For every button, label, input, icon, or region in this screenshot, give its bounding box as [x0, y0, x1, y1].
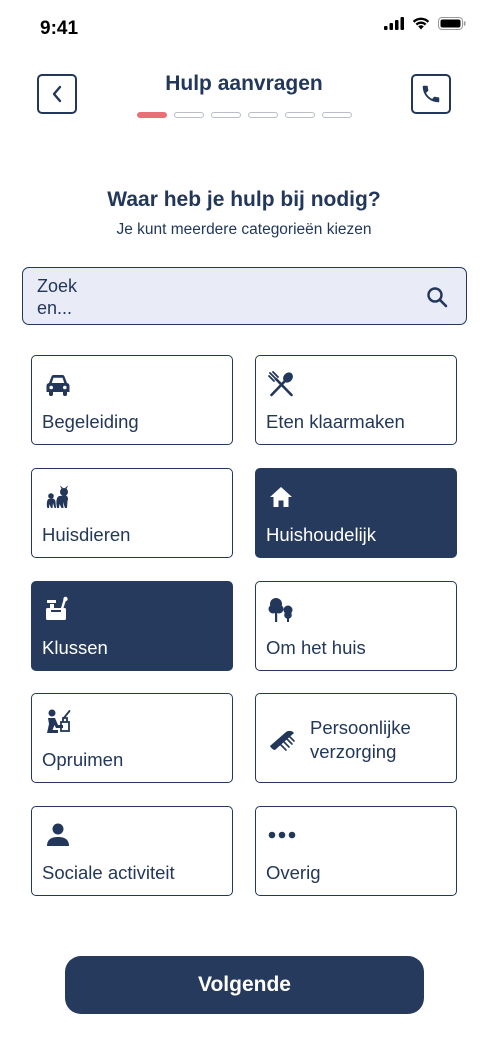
search-icon[interactable]	[426, 286, 448, 308]
category-label: Overig	[266, 862, 321, 883]
step-indicator	[211, 112, 241, 118]
cellular-signal-icon	[384, 17, 404, 30]
status-bar: 9:41	[0, 0, 488, 56]
category-label: Opruimen	[42, 749, 124, 770]
toolbox-icon	[46, 596, 68, 620]
category-label: Persoonlijke verzorging	[310, 717, 411, 762]
category-label: Huishoudelijk	[266, 524, 377, 545]
step-indicator	[137, 112, 167, 118]
category-card-persoonlijke-verzorging[interactable]: Persoonlijke verzorging	[255, 693, 457, 783]
person-icon	[47, 823, 69, 846]
category-label: Huisdieren	[42, 524, 131, 545]
category-card-overig[interactable]: Overig	[255, 806, 457, 896]
category-card-eten-klaarmaken[interactable]: Eten klaarmaken	[255, 355, 457, 445]
step-indicator	[322, 112, 352, 118]
progress-stepper	[137, 112, 352, 118]
more-dots-icon	[268, 831, 296, 839]
fork-spoon-icon	[268, 371, 293, 397]
category-label: Eten klaarmaken	[266, 411, 405, 432]
battery-icon	[438, 17, 466, 30]
pets-icon	[46, 485, 68, 508]
question-subtitle: Je kunt meerdere categorieën kiezen	[116, 221, 372, 238]
call-button[interactable]	[411, 74, 451, 114]
category-card-begeleiding[interactable]: Begeleiding	[31, 355, 233, 445]
step-indicator	[174, 112, 204, 118]
category-label: Begeleiding	[42, 411, 139, 432]
category-card-klussen[interactable]: Klussen	[31, 581, 233, 671]
category-card-huisdieren[interactable]: Huisdieren	[31, 468, 233, 558]
status-time: 9:41	[40, 18, 79, 39]
tidy-up-icon	[47, 709, 71, 733]
car-icon	[46, 375, 70, 396]
trees-icon	[268, 598, 293, 622]
step-indicator	[248, 112, 278, 118]
category-card-sociale-activiteit[interactable]: Sociale activiteit	[31, 806, 233, 896]
search-input[interactable]: Zoek en...	[22, 267, 467, 325]
comb-icon	[270, 730, 295, 751]
home-icon	[270, 487, 292, 507]
category-label: Om het huis	[266, 637, 366, 658]
question-title: Waar heb je hulp bij nodig?	[107, 188, 381, 211]
category-label: Sociale activiteit	[42, 862, 175, 883]
category-label: Klussen	[42, 637, 108, 658]
step-indicator	[285, 112, 315, 118]
category-card-opruimen[interactable]: Opruimen	[31, 693, 233, 783]
wifi-icon	[412, 17, 430, 30]
search-placeholder: Zoek en...	[37, 276, 78, 318]
phone-icon	[422, 85, 440, 103]
category-card-om-het-huis[interactable]: Om het huis	[255, 581, 457, 671]
next-button[interactable]: Volgende	[65, 956, 424, 1014]
category-card-huishoudelijk[interactable]: Huishoudelijk	[255, 468, 457, 558]
